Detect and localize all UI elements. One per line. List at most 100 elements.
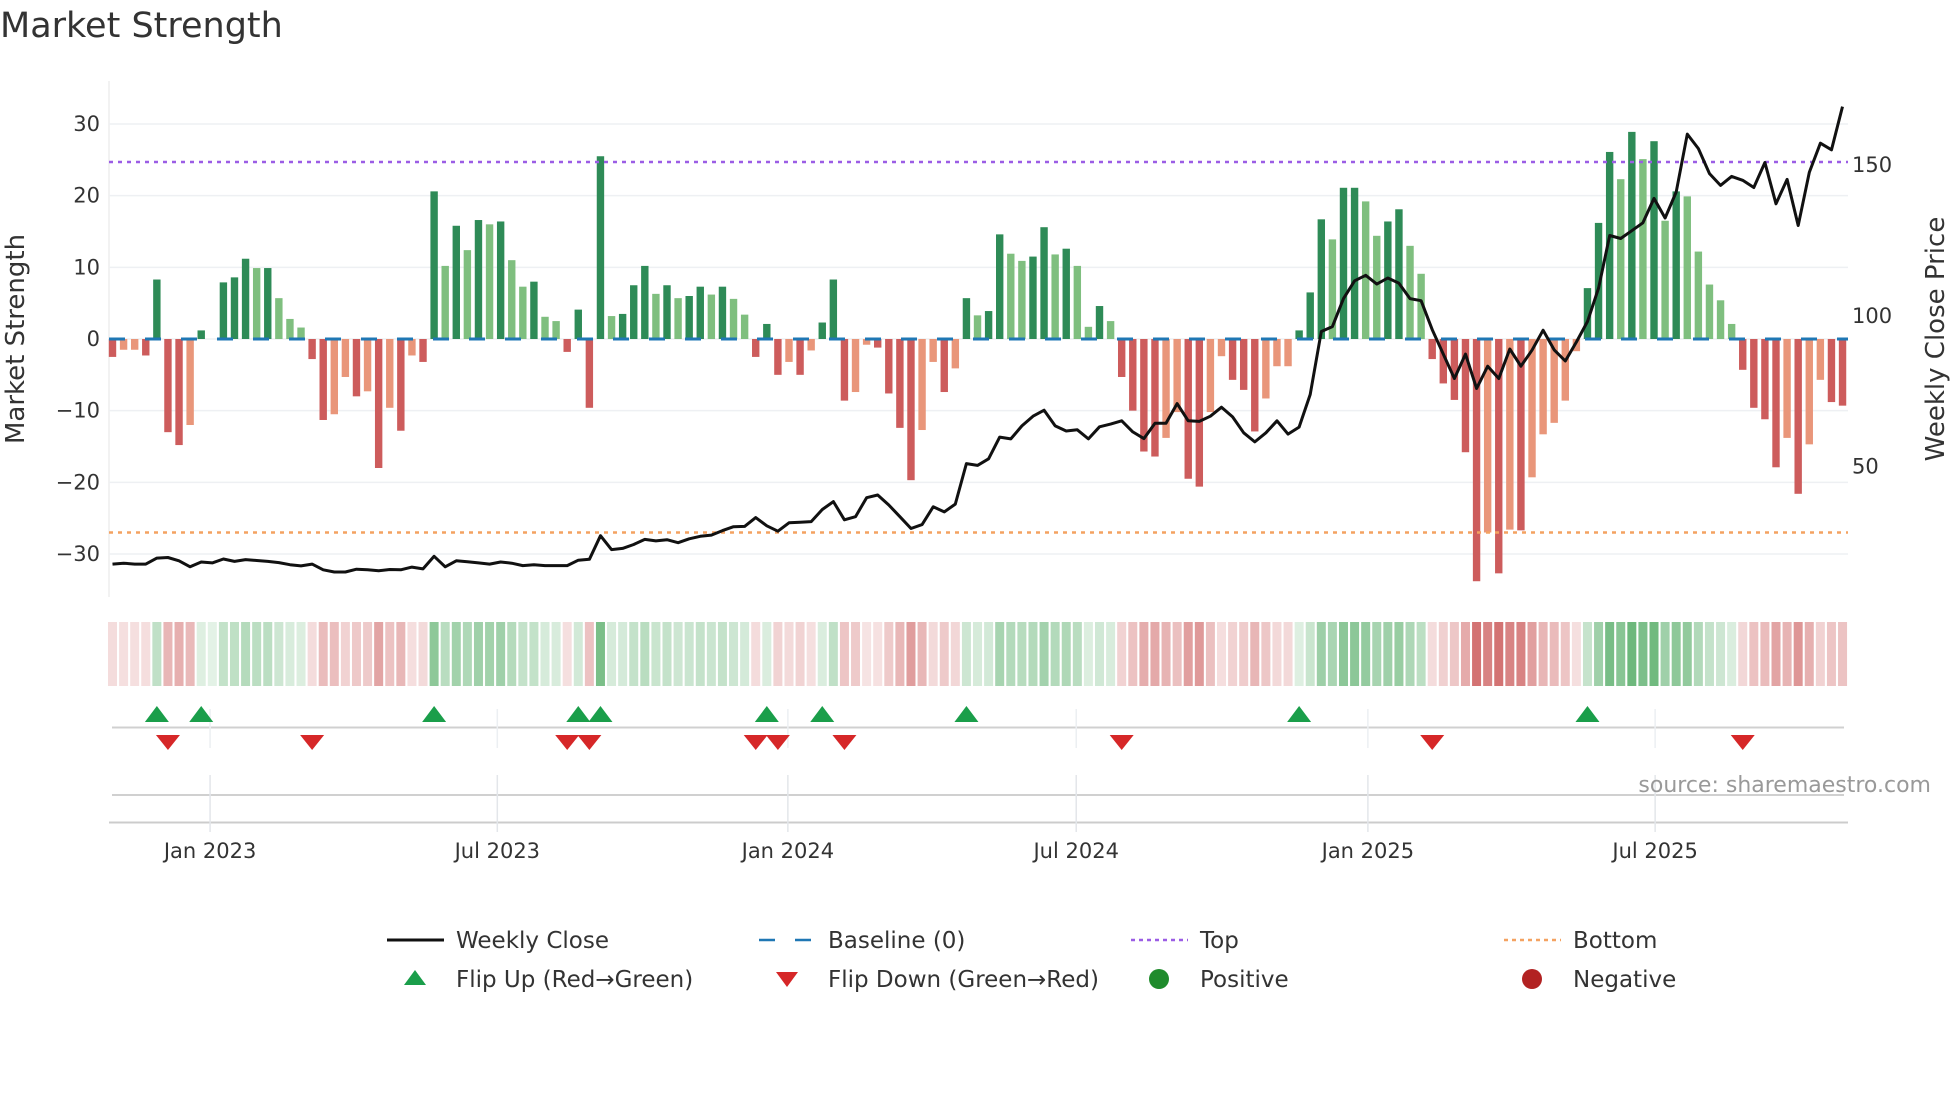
heat-strip-cell bbox=[695, 622, 705, 686]
heat-strip-cell bbox=[1394, 622, 1404, 686]
y2-tick-label: 150 bbox=[1852, 153, 1892, 177]
heat-strip-cell bbox=[1194, 622, 1204, 686]
heat-strip-cell bbox=[917, 622, 927, 686]
legend-label: Flip Up (Red→Green) bbox=[456, 967, 693, 993]
strength-bar bbox=[1716, 300, 1725, 339]
strength-bar bbox=[1040, 227, 1048, 339]
flip-up-marker bbox=[588, 706, 613, 722]
heat-strip-cell bbox=[1483, 622, 1493, 686]
legend-item-top: Top bbox=[1131, 928, 1239, 954]
heat-strip-cell bbox=[1327, 622, 1337, 686]
heat-strip-cell bbox=[640, 622, 650, 686]
strength-bar bbox=[829, 279, 838, 339]
strength-bar bbox=[1018, 260, 1026, 339]
strength-bar bbox=[1694, 251, 1703, 339]
strength-bar bbox=[286, 318, 294, 339]
strength-bar bbox=[297, 327, 305, 339]
strength-bar bbox=[1395, 209, 1403, 339]
strength-bar bbox=[530, 281, 538, 339]
x-tick-label: Jan 2024 bbox=[740, 839, 835, 863]
heat-strip-cell bbox=[296, 622, 306, 686]
heat-strip-cell bbox=[1372, 622, 1382, 686]
heat-strip-cell bbox=[1006, 622, 1016, 686]
strength-bar bbox=[153, 279, 161, 339]
flip-down-marker bbox=[1730, 735, 1755, 750]
heat-strip bbox=[108, 622, 1848, 686]
heat-strip-cell bbox=[1438, 622, 1448, 686]
heat-strip-cell bbox=[152, 622, 162, 686]
strength-bar bbox=[796, 339, 804, 375]
strength-bar bbox=[1617, 179, 1625, 339]
heat-strip-cell bbox=[806, 622, 816, 686]
strength-bar bbox=[308, 339, 316, 360]
strength-bar bbox=[541, 316, 549, 339]
x-tick-label: Jul 2025 bbox=[1610, 839, 1697, 863]
strength-bar bbox=[419, 339, 427, 362]
flip-up-marker bbox=[754, 706, 779, 722]
strength-bar bbox=[1506, 339, 1514, 530]
legend-item-flip-down: Flip Down (Green→Red) bbox=[776, 967, 1099, 993]
strength-bar bbox=[718, 286, 727, 339]
flip-down-marker bbox=[555, 735, 580, 750]
heat-strip-cell bbox=[1826, 622, 1836, 686]
flip-down-marker bbox=[743, 735, 768, 750]
heat-strip-cell bbox=[1716, 622, 1726, 686]
heat-strip-cell bbox=[351, 622, 361, 686]
strength-bar bbox=[996, 234, 1004, 339]
strength-bar bbox=[1739, 339, 1747, 370]
heat-strip-cell bbox=[607, 622, 617, 686]
heat-strip-cell bbox=[884, 622, 894, 686]
heat-strip-cell bbox=[1283, 622, 1293, 686]
heat-strip-cell bbox=[1538, 622, 1548, 686]
heat-strip-cell bbox=[1261, 622, 1271, 686]
flip-up-marker bbox=[144, 706, 169, 722]
strength-bar bbox=[275, 298, 283, 339]
triangle-down-icon bbox=[776, 972, 798, 987]
heat-strip-cell bbox=[1582, 622, 1592, 686]
legend-label: Positive bbox=[1200, 967, 1289, 993]
heat-strip-cell bbox=[1350, 622, 1360, 686]
heat-strip-cell bbox=[1172, 622, 1182, 686]
strength-bar bbox=[1350, 187, 1359, 339]
strength-bar bbox=[1528, 339, 1536, 478]
heat-strip-cell bbox=[130, 622, 140, 686]
heat-strip-cell bbox=[784, 622, 794, 686]
flip-up-marker bbox=[422, 706, 447, 722]
heat-strip-cell bbox=[939, 622, 949, 686]
strength-bar bbox=[130, 339, 139, 350]
heat-strip-cell bbox=[1228, 622, 1238, 686]
strength-bar bbox=[485, 224, 494, 339]
heat-strip-cell bbox=[307, 622, 317, 686]
legend-item-close: Weekly Close bbox=[387, 928, 609, 954]
strength-bar bbox=[630, 285, 638, 339]
heat-strip-cell bbox=[1660, 622, 1670, 686]
triangle-up-icon bbox=[404, 970, 426, 985]
strength-bar bbox=[374, 339, 383, 468]
heat-strip-cell bbox=[1338, 622, 1348, 686]
heat-strip-cell bbox=[762, 622, 772, 686]
strength-bar bbox=[763, 323, 771, 339]
y2-tick-label: 50 bbox=[1852, 455, 1879, 479]
y-tick-label: −10 bbox=[56, 399, 100, 423]
heat-strip-cell bbox=[584, 622, 594, 686]
heat-strip-cell bbox=[418, 622, 428, 686]
heat-strip-cell bbox=[1039, 622, 1049, 686]
heat-strip-cell bbox=[396, 622, 406, 686]
heat-strip-cell bbox=[185, 622, 195, 686]
strength-bar bbox=[197, 330, 205, 339]
strength-bar bbox=[330, 339, 338, 415]
heat-strip-cell bbox=[717, 622, 727, 686]
strength-bar bbox=[973, 315, 982, 339]
strength-bar bbox=[1084, 326, 1093, 339]
strength-bar bbox=[1772, 339, 1780, 468]
flip-markers: Jan 2023 Jul 2023 Jan 2024 Jul 2024 Jan 2025… bbox=[109, 706, 1848, 863]
heat-strip-cell bbox=[141, 622, 151, 686]
heat-strip-cell bbox=[1316, 622, 1326, 686]
heat-strip-cell bbox=[1305, 622, 1315, 686]
strength-bar bbox=[885, 339, 893, 394]
legend-label: Bottom bbox=[1573, 928, 1657, 954]
heat-strip-cell bbox=[241, 622, 251, 686]
heat-strip-cell bbox=[440, 622, 450, 686]
y-tick-label: 20 bbox=[73, 184, 100, 208]
heat-strip-cell bbox=[174, 622, 184, 686]
